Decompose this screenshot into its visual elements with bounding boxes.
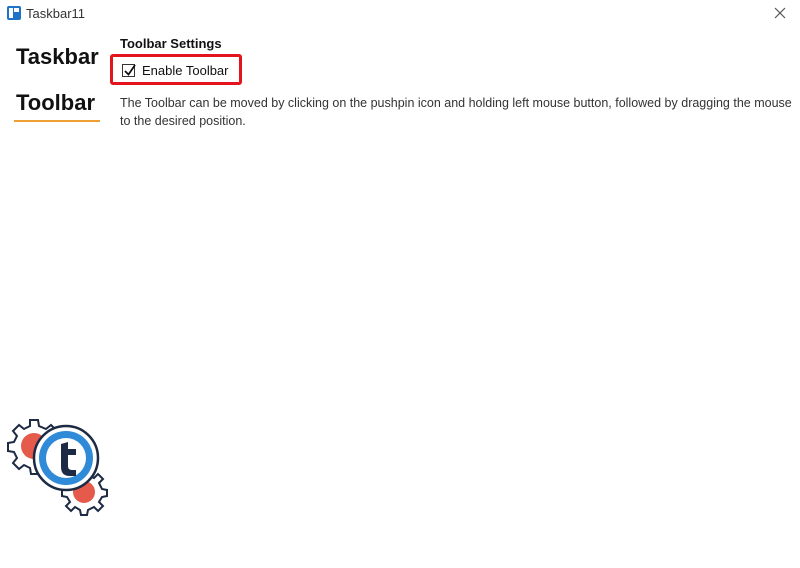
- selected-nav-indicator: [14, 120, 100, 122]
- window-title: Taskbar11: [26, 6, 86, 21]
- enable-toolbar-label: Enable Toolbar: [142, 63, 229, 78]
- close-icon: [774, 7, 786, 19]
- title-bar: Taskbar11: [0, 0, 800, 28]
- nav-item-toolbar[interactable]: Toolbar: [16, 90, 95, 116]
- taskbar11-logo: [4, 416, 112, 522]
- toolbar-description: The Toolbar can be moved by clicking on …: [120, 96, 792, 128]
- section-title: Toolbar Settings: [120, 36, 222, 51]
- enable-toolbar-option[interactable]: Enable Toolbar: [122, 63, 229, 78]
- close-button[interactable]: [770, 3, 790, 23]
- gears-logo-icon: [7, 419, 108, 516]
- enable-toolbar-checkbox[interactable]: [122, 64, 136, 77]
- checkmark-icon: [124, 64, 136, 76]
- nav-item-taskbar[interactable]: Taskbar: [16, 44, 99, 70]
- app-icon: [6, 5, 22, 21]
